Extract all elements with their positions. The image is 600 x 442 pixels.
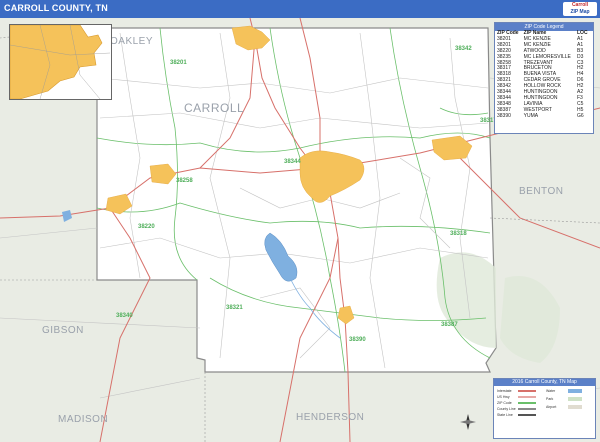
table-row[interactable]: 38390 YUMA G6: [495, 112, 593, 120]
map-legend-item: US Hwy: [497, 395, 510, 399]
map-legend-item: Interstate: [497, 389, 512, 393]
swatch-airport: [568, 405, 582, 409]
county-label-oakley: OAKLEY: [110, 36, 153, 47]
county-label-benton: BENTON: [519, 186, 564, 197]
legend-loc: G6: [577, 112, 584, 119]
zip-label: 38201: [170, 60, 187, 66]
swatch-water: [568, 389, 582, 393]
zip-label: 38258: [176, 178, 193, 184]
legend-name: YUMA: [523, 112, 539, 119]
map-legend-item: Water: [546, 389, 556, 393]
zip-label: 38387: [441, 322, 458, 328]
title-bar: CARROLL COUNTY, TN Carroll ZIP Map: [0, 0, 600, 19]
map-legend-item: Park: [546, 397, 554, 401]
map-title: CARROLL COUNTY, TN: [4, 3, 108, 13]
county-label-gibson: GIBSON: [42, 325, 84, 336]
brand-logo[interactable]: Carroll ZIP Map: [563, 2, 597, 16]
brand-line-2: ZIP Map: [570, 9, 590, 15]
zip-label: 38321: [226, 305, 243, 311]
county-label-carroll: CARROLL: [184, 101, 244, 115]
inset-locator-map: [9, 24, 112, 100]
zip-label: 38342: [455, 46, 472, 52]
zip-code-legend: ZIP Code Legend ZIP Code ZIP Name LOC 38…: [494, 22, 594, 134]
zip-label: 38340: [116, 313, 133, 319]
swatch-zip: [518, 402, 536, 404]
legend-zip: 38390: [497, 112, 511, 119]
map-legend-item: Airport: [546, 405, 557, 409]
map-legend-item: ZIP Code: [497, 401, 512, 405]
swatch-interstate: [518, 390, 536, 392]
map-symbol-legend: 2016 Carroll County, TN Map Interstate U…: [493, 378, 596, 439]
swatch-park: [568, 397, 582, 401]
inset-svg: [10, 25, 111, 99]
zip-label: 38220: [138, 224, 155, 230]
map-legend-item: County Line: [497, 407, 516, 411]
county-label-madison: MADISON: [58, 414, 108, 425]
swatch-county: [518, 408, 536, 410]
map-legend-header: 2016 Carroll County, TN Map: [494, 379, 595, 386]
swatch-us-hwy: [518, 396, 536, 398]
map-page: CARROLL COUNTY, TN Carroll ZIP Map OAKLE…: [0, 0, 600, 442]
zip-label: 38318: [450, 231, 467, 237]
brand-line-1: Carroll: [571, 2, 589, 8]
county-label-henderson: HENDERSON: [296, 412, 364, 423]
zip-label: 38390: [349, 337, 366, 343]
swatch-state: [518, 414, 536, 416]
legend-table: ZIP Code ZIP Name LOC 38201 MC KENZIE A1 3…: [495, 30, 593, 120]
zip-label: 38344: [284, 159, 301, 165]
map-legend-item: State Line: [497, 413, 513, 417]
